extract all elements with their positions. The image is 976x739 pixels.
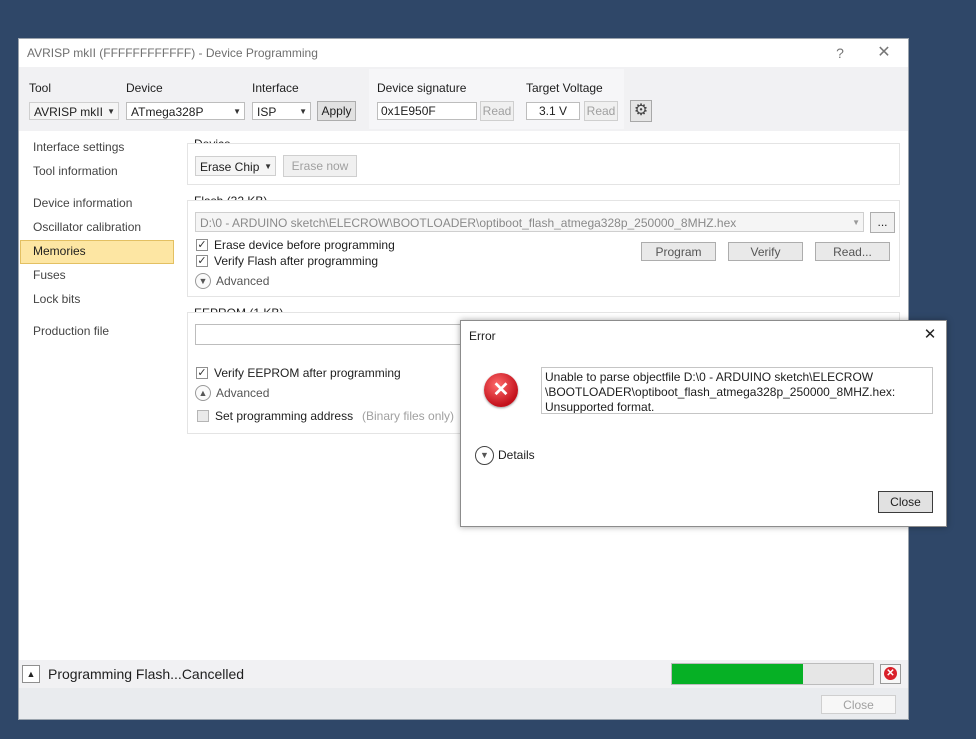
- signature-label: Device signature: [377, 81, 467, 95]
- chevron-up-icon[interactable]: ▲: [195, 385, 211, 401]
- chevron-down-icon: ▼: [107, 107, 115, 116]
- chevron-down-icon: ▼: [233, 107, 241, 116]
- apply-button[interactable]: Apply: [317, 101, 356, 121]
- chevron-down-icon[interactable]: ▼: [195, 273, 211, 289]
- error-dialog: Error ✕ ✕ Unable to parse objectfile D:\…: [460, 320, 947, 527]
- signature-read-button[interactable]: Read: [480, 101, 514, 121]
- error-message: Unable to parse objectfile D:\0 - ARDUIN…: [541, 367, 933, 414]
- flash-file-path: D:\0 - ARDUINO sketch\ELECROW\BOOTLOADER…: [200, 216, 737, 230]
- binary-only-note: (Binary files only): [362, 409, 455, 423]
- chevron-down-icon[interactable]: ▼: [475, 446, 494, 465]
- sidebar-item-device-information[interactable]: Device information: [33, 196, 132, 210]
- device-select-value: ATmega328P: [131, 105, 204, 119]
- footer-bar: Close: [19, 688, 908, 719]
- erase-mode-select[interactable]: Erase Chip ▼: [195, 156, 276, 176]
- status-bar: ▲ Programming Flash...Cancelled ✕: [19, 660, 908, 688]
- footer-close-button[interactable]: Close: [821, 695, 896, 714]
- sidebar-item-fuses[interactable]: Fuses: [33, 268, 66, 282]
- title-bar: AVRISP mkII (FFFFFFFFFFFF) - Device Prog…: [19, 39, 908, 67]
- program-button[interactable]: Program: [641, 242, 716, 261]
- interface-select-value: ISP: [257, 105, 277, 119]
- interface-label: Interface: [252, 81, 299, 95]
- read-button[interactable]: Read...: [815, 242, 890, 261]
- erase-before-label: Erase device before programming: [214, 238, 395, 252]
- gear-icon[interactable]: ⚙: [630, 100, 652, 122]
- voltage-label: Target Voltage: [526, 81, 603, 95]
- close-icon[interactable]: ✕: [873, 43, 895, 63]
- details-toggle[interactable]: Details: [498, 448, 535, 462]
- error-close-button[interactable]: Close: [878, 491, 933, 513]
- voltage-read-button[interactable]: Read: [584, 101, 618, 121]
- progress-bar: [671, 663, 874, 685]
- erase-before-checkbox[interactable]: ✓: [196, 239, 208, 251]
- verify-eeprom-checkbox[interactable]: ✓: [196, 367, 208, 379]
- sidebar-item-lock-bits[interactable]: Lock bits: [33, 292, 80, 306]
- signature-field: 0x1E950F: [377, 102, 477, 120]
- sidebar-item-production-file[interactable]: Production file: [33, 324, 109, 338]
- chevron-down-icon: ▼: [264, 162, 272, 171]
- erase-now-button[interactable]: Erase now: [283, 155, 357, 177]
- cancel-x-icon: ✕: [884, 667, 897, 680]
- sidebar-item-interface-settings[interactable]: Interface settings: [33, 140, 124, 154]
- close-icon[interactable]: ✕: [921, 326, 939, 344]
- triangle-up-icon[interactable]: ▲: [22, 665, 40, 683]
- cancel-button[interactable]: ✕: [880, 664, 901, 684]
- device-select[interactable]: ATmega328P ▼: [126, 102, 245, 120]
- window-title: AVRISP mkII (FFFFFFFFFFFF) - Device Prog…: [27, 46, 318, 60]
- set-address-checkbox[interactable]: [197, 410, 209, 422]
- chevron-down-icon: ▼: [299, 107, 307, 116]
- device-label: Device: [126, 81, 163, 95]
- tool-select[interactable]: AVRISP mkII ▼: [29, 102, 119, 120]
- tool-select-value: AVRISP mkII: [34, 105, 103, 119]
- verify-button[interactable]: Verify: [728, 242, 803, 261]
- sidebar-item-oscillator-calibration[interactable]: Oscillator calibration: [33, 220, 141, 234]
- set-address-label: Set programming address: [215, 409, 354, 423]
- flash-file-select[interactable]: D:\0 - ARDUINO sketch\ELECROW\BOOTLOADER…: [195, 212, 864, 232]
- verify-flash-checkbox[interactable]: ✓: [196, 255, 208, 267]
- error-dialog-title: Error: [469, 329, 496, 343]
- interface-select[interactable]: ISP ▼: [252, 102, 311, 120]
- tool-label: Tool: [29, 81, 52, 95]
- chevron-down-icon: ▼: [852, 218, 860, 227]
- error-x-icon: ✕: [484, 373, 518, 407]
- progress-fill: [672, 664, 803, 684]
- status-text: Programming Flash...Cancelled: [48, 666, 245, 682]
- eeprom-advanced-label[interactable]: Advanced: [216, 386, 269, 400]
- verify-eeprom-label: Verify EEPROM after programming: [214, 366, 401, 380]
- erase-mode-value: Erase Chip: [200, 160, 260, 174]
- question-mark-icon[interactable]: ?: [829, 43, 851, 63]
- flash-advanced-label[interactable]: Advanced: [216, 274, 269, 288]
- sidebar-item-memories[interactable]: Memories: [33, 244, 86, 258]
- flash-browse-button[interactable]: ...: [870, 212, 895, 233]
- voltage-field: 3.1 V: [526, 102, 580, 120]
- verify-flash-label: Verify Flash after programming: [214, 254, 379, 268]
- sidebar-item-tool-information[interactable]: Tool information: [33, 164, 118, 178]
- toolbar: Tool AVRISP mkII ▼ Device ATmega328P ▼ I…: [19, 67, 908, 131]
